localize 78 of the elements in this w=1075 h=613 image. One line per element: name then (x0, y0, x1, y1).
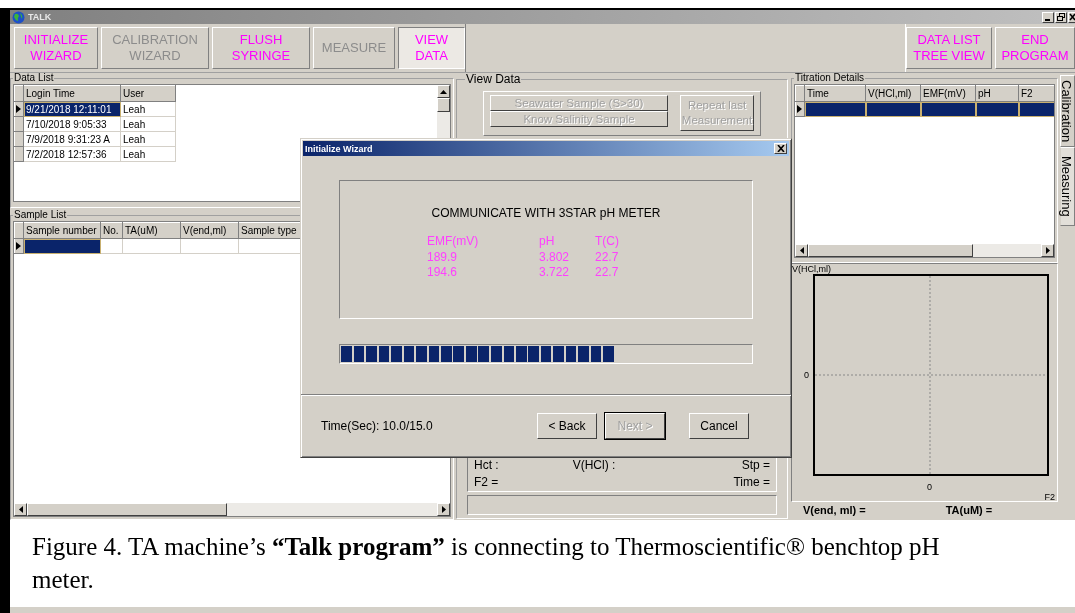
row-pointer-icon (16, 241, 21, 250)
table-cell: 7/10/2018 9:05:33 (23, 116, 121, 132)
group-title: View Data (465, 73, 522, 85)
column-header[interactable]: User (120, 85, 176, 102)
column-header[interactable]: F2 (1018, 85, 1054, 102)
table-cell (122, 238, 181, 254)
close-icon (776, 145, 785, 152)
timer-text: Time(Sec): 10.0/15.0 (321, 419, 433, 433)
up-arrow-icon (440, 89, 447, 94)
scroll-thumb[interactable] (27, 503, 227, 516)
tick-label: 0 (927, 482, 932, 492)
figure-caption: Figure 4. TA machine’s “Talk program” is connecting to Thermoscientific® benchtop pH meter. (32, 532, 941, 595)
group-title: Titration Details (794, 73, 866, 83)
column-header[interactable]: pH (975, 85, 1019, 102)
minimize-button[interactable] (1042, 11, 1054, 23)
column-header[interactable]: Login Time (23, 85, 121, 102)
table-cell: Leah (120, 116, 176, 132)
reading-header: pH (539, 234, 556, 250)
row-pointer-icon (797, 104, 802, 113)
row-header[interactable] (14, 238, 24, 254)
wizard-button[interactable]: Cancel (689, 413, 749, 439)
side-tab[interactable]: Measuring (1060, 147, 1075, 226)
result-label: V(end, ml) = (803, 504, 866, 516)
wizard-button[interactable]: < Back (537, 413, 597, 439)
table-cell (100, 238, 123, 254)
close-icon (1069, 13, 1075, 21)
result-label: TA(uM) = (945, 504, 993, 516)
column-header[interactable]: TA(uM) (122, 222, 181, 239)
globe-icon (12, 10, 25, 24)
reading-value: 3.722 (539, 265, 571, 281)
table-cell: 7/2/2018 12:57:36 (23, 146, 121, 162)
reading-header: T(C) (595, 234, 620, 250)
row-pointer-icon (16, 104, 21, 113)
reading-header: EMF(mV) (427, 234, 480, 250)
group-title: Data List (13, 73, 55, 83)
table-cell (180, 238, 239, 254)
readout-label: Hct : (474, 459, 500, 472)
reading-value: 22.7 (595, 265, 620, 281)
row-header[interactable] (14, 101, 24, 117)
table-cell: Leah (120, 101, 176, 117)
reading-value: 194.6 (427, 265, 459, 281)
reading-value: 3.802 (539, 249, 571, 265)
readout-label: V(HCl) : (572, 459, 617, 472)
right-arrow-icon (1045, 247, 1050, 254)
readout-label: Stp = (740, 459, 770, 472)
close-button[interactable] (774, 143, 787, 154)
reading-value: 22.7 (595, 249, 620, 265)
table-cell: Leah (120, 131, 176, 147)
readout-label: F2 = (474, 476, 500, 489)
group-title: Sample List (13, 210, 68, 220)
side-tab[interactable]: Calibration (1060, 75, 1075, 148)
dialog-title: Initialize Wizard (305, 143, 373, 154)
column-header[interactable]: V(HCl,ml) (865, 85, 921, 102)
right-arrow-icon (441, 506, 446, 513)
column-header[interactable]: Sample number (23, 222, 101, 239)
scroll-thumb[interactable] (437, 98, 450, 112)
scrollbar[interactable] (795, 244, 1054, 257)
left-arrow-icon (18, 506, 23, 513)
table-cell: Leah (120, 146, 176, 162)
restore-button[interactable] (1055, 11, 1067, 23)
column-header[interactable]: No. (100, 222, 123, 239)
column-header[interactable]: EMF(mV) (920, 85, 976, 102)
left-arrow-icon (799, 247, 804, 254)
table-cell: 7/9/2018 9:31:23 A (23, 131, 121, 147)
message-heading: COMMUNICATE WITH 3STAR pH METER (431, 206, 661, 220)
close-button[interactable] (1068, 11, 1075, 23)
axis-label: F2 (1044, 492, 1055, 502)
restore-icon (1057, 13, 1065, 21)
axis-label: V(HCl,ml) (792, 264, 832, 274)
readout-label: Time = (732, 476, 770, 489)
column-header[interactable]: V(end,ml) (180, 222, 239, 239)
column-header[interactable]: Time (804, 85, 866, 102)
reading-value: 189.9 (427, 249, 459, 265)
window-title: TALK (28, 12, 52, 22)
scroll-thumb[interactable] (808, 244, 973, 257)
row-header[interactable] (795, 101, 805, 117)
tick-label: 0 (804, 370, 809, 380)
scrollbar[interactable] (14, 503, 450, 516)
